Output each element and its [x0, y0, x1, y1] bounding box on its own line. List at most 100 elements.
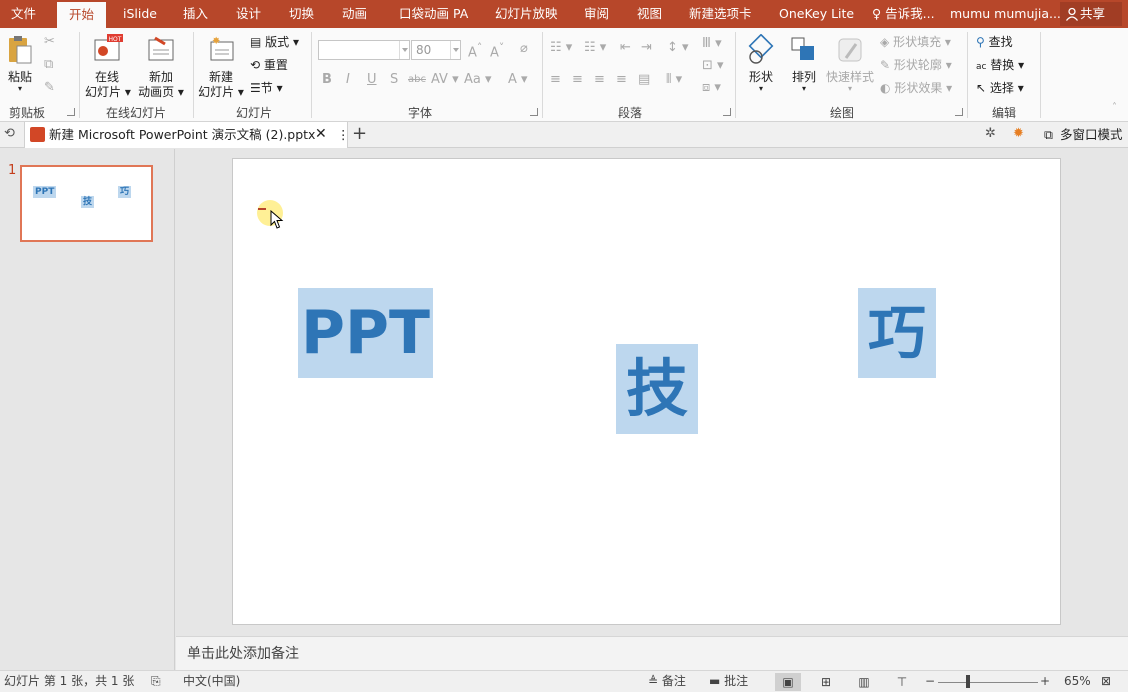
shrink-font-icon[interactable]: A˅ — [490, 41, 504, 60]
user-account[interactable]: mumu mumujia... — [950, 0, 1061, 28]
find-button[interactable]: ⚲ 查找 — [976, 32, 1013, 52]
spell-check-icon[interactable]: ⎘ — [151, 671, 161, 692]
multi-window-mode-button[interactable]: ⧉ 多窗口模式 — [1042, 122, 1123, 148]
italic-icon[interactable]: I — [346, 72, 350, 87]
bold-icon[interactable]: B — [322, 72, 332, 87]
comments-button[interactable]: ▬ 批注 — [709, 671, 748, 692]
align-left-icon[interactable]: ≡ — [550, 72, 561, 87]
zoom-slider-handle[interactable] — [966, 675, 970, 688]
align-text-icon[interactable]: ⊡ ▾ — [702, 58, 724, 73]
zoom-out-button[interactable]: − — [925, 671, 935, 692]
online-slides-button[interactable]: HOT 在线 幻灯片 ▾ — [85, 34, 131, 100]
justify-icon[interactable]: ≡ — [616, 72, 627, 87]
online-slides-label-1: 在线 — [94, 70, 119, 84]
strikethrough-icon[interactable]: abc — [408, 74, 426, 85]
zoom-in-button[interactable]: + — [1040, 671, 1050, 692]
language-indicator[interactable]: 中文(中国) — [183, 671, 240, 692]
pin-icon[interactable]: ✲ — [985, 126, 996, 141]
grow-font-icon[interactable]: A˄ — [468, 41, 482, 60]
font-size-combo[interactable]: 80 — [411, 40, 461, 60]
shape-fill-button[interactable]: ◈ 形状填充 ▾ — [880, 32, 951, 52]
smartart-icon[interactable]: ⧈ ▾ — [702, 80, 721, 95]
notes-toggle-button[interactable]: ≜ 备注 — [648, 671, 686, 692]
align-center-icon[interactable]: ≡ — [572, 72, 583, 87]
fit-to-window-icon[interactable]: ⊠ — [1101, 671, 1111, 692]
text-direction-icon[interactable]: Ⅲ ▾ — [702, 36, 722, 51]
shapes-button[interactable]: 形状 ▾ — [742, 33, 780, 93]
paste-button[interactable]: 粘贴 ▾ — [5, 34, 35, 93]
format-painter-icon[interactable]: ✎ — [44, 80, 55, 95]
text-box-ppt[interactable]: PPT — [298, 288, 433, 378]
gear-icon[interactable]: ✹ — [1013, 126, 1024, 141]
tab-islide[interactable]: iSlide — [123, 0, 157, 28]
slideshow-button[interactable]: ⊤ — [889, 673, 915, 691]
slide-sorter-button[interactable]: ⊞ — [813, 673, 839, 691]
more-options-icon[interactable]: ⋮ — [337, 122, 350, 147]
layout-button[interactable]: ▤ 版式 ▾ — [250, 32, 299, 52]
arrange-button[interactable]: 排列 ▾ — [785, 34, 823, 93]
dialog-launcher-icon[interactable] — [530, 108, 538, 116]
quick-styles-button[interactable]: 快速样式 ▾ — [824, 34, 876, 93]
clear-format-icon[interactable]: ⌀ — [520, 41, 528, 56]
arrange-icon — [791, 37, 814, 60]
text-box-ji[interactable]: 技 — [616, 344, 698, 434]
slide-canvas[interactable]: PPT 技 巧 — [232, 158, 1061, 625]
copy-icon[interactable]: ⧉ — [44, 57, 53, 72]
tab-design[interactable]: 设计 — [236, 0, 261, 28]
tab-insert[interactable]: 插入 — [183, 0, 208, 28]
align-right-icon[interactable]: ≡ — [594, 72, 605, 87]
section-button[interactable]: ☰节 ▾ — [250, 78, 283, 98]
tab-animations[interactable]: 动画 — [342, 0, 367, 28]
font-color-icon[interactable]: A ▾ — [508, 72, 528, 87]
new-slide-button[interactable]: ✸ 新建 幻灯片 ▾ — [198, 34, 244, 100]
underline-icon[interactable]: U — [367, 72, 377, 87]
bullets-icon[interactable]: ☷ ▾ — [550, 40, 572, 55]
tab-file[interactable]: 文件 — [11, 0, 36, 28]
shape-outline-button[interactable]: ✎ 形状轮廓 ▾ — [880, 55, 952, 75]
line-spacing-icon[interactable]: ↕ ▾ — [667, 40, 689, 55]
new-animation-page-button[interactable]: 新加 动画页 ▾ — [136, 34, 186, 100]
tab-new-tab[interactable]: 新建选项卡 — [689, 0, 752, 28]
tab-onekey[interactable]: OneKey Lite — [779, 0, 854, 28]
zoom-level[interactable]: 65% — [1064, 671, 1091, 692]
decrease-indent-icon[interactable]: ⇤ — [620, 40, 631, 55]
tab-slideshow[interactable]: 幻灯片放映 — [495, 0, 558, 28]
tab-view[interactable]: 视图 — [637, 0, 662, 28]
arrange-label: 排列 — [791, 70, 816, 84]
cut-icon[interactable]: ✂ — [44, 34, 55, 49]
lightbulb-icon: ♀ — [872, 6, 882, 21]
share-button[interactable]: 共享 — [1060, 2, 1122, 26]
numbering-icon[interactable]: ☷ ▾ — [584, 40, 606, 55]
notes-pane[interactable]: 单击此处添加备注 — [176, 636, 1128, 670]
tell-me-box[interactable]: ♀ 告诉我... — [872, 0, 935, 28]
tab-transitions[interactable]: 切换 — [289, 0, 314, 28]
change-case-icon[interactable]: Aa ▾ — [464, 72, 492, 87]
document-tab[interactable]: 新建 Microsoft PowerPoint 演示文稿 (2).pptx ✕ … — [24, 122, 350, 148]
slide-thumbnail[interactable]: PPT 技 巧 — [20, 165, 153, 242]
dialog-launcher-icon[interactable] — [723, 108, 731, 116]
select-button[interactable]: ↖ 选择 ▾ — [976, 78, 1024, 98]
font-name-combo[interactable] — [318, 40, 410, 60]
shape-effects-button[interactable]: ◐ 形状效果 ▾ — [880, 78, 952, 98]
char-spacing-icon[interactable]: AV ▾ — [431, 72, 459, 87]
reading-view-button[interactable]: ▥ — [851, 673, 877, 691]
collapse-ribbon-icon[interactable]: ˄ — [1112, 102, 1117, 113]
increase-indent-icon[interactable]: ⇥ — [641, 40, 652, 55]
dialog-launcher-icon[interactable] — [67, 108, 75, 116]
font-group-label: 字体 — [408, 106, 433, 120]
tab-list-icon[interactable]: ⟲ — [4, 126, 15, 141]
columns-icon[interactable]: ⫴ ▾ — [666, 72, 682, 87]
reset-button[interactable]: ⟲ 重置 — [250, 55, 288, 75]
distribute-icon[interactable]: ▤ — [638, 72, 650, 87]
normal-view-button[interactable]: ▣ — [775, 673, 801, 691]
close-icon[interactable]: ✕ — [315, 122, 327, 147]
tab-home[interactable]: 开始 — [57, 2, 107, 28]
text-box-qiao[interactable]: 巧 — [858, 288, 936, 378]
new-tab-button[interactable]: + — [352, 122, 367, 148]
tab-review[interactable]: 审阅 — [584, 0, 609, 28]
tab-pocket-animation[interactable]: 口袋动画 PA — [399, 0, 468, 28]
zoom-slider[interactable] — [938, 682, 1038, 683]
replace-button[interactable]: ac 替换 ▾ — [976, 55, 1024, 75]
shadow-icon[interactable]: S — [390, 72, 398, 87]
dialog-launcher-icon[interactable] — [955, 108, 963, 116]
